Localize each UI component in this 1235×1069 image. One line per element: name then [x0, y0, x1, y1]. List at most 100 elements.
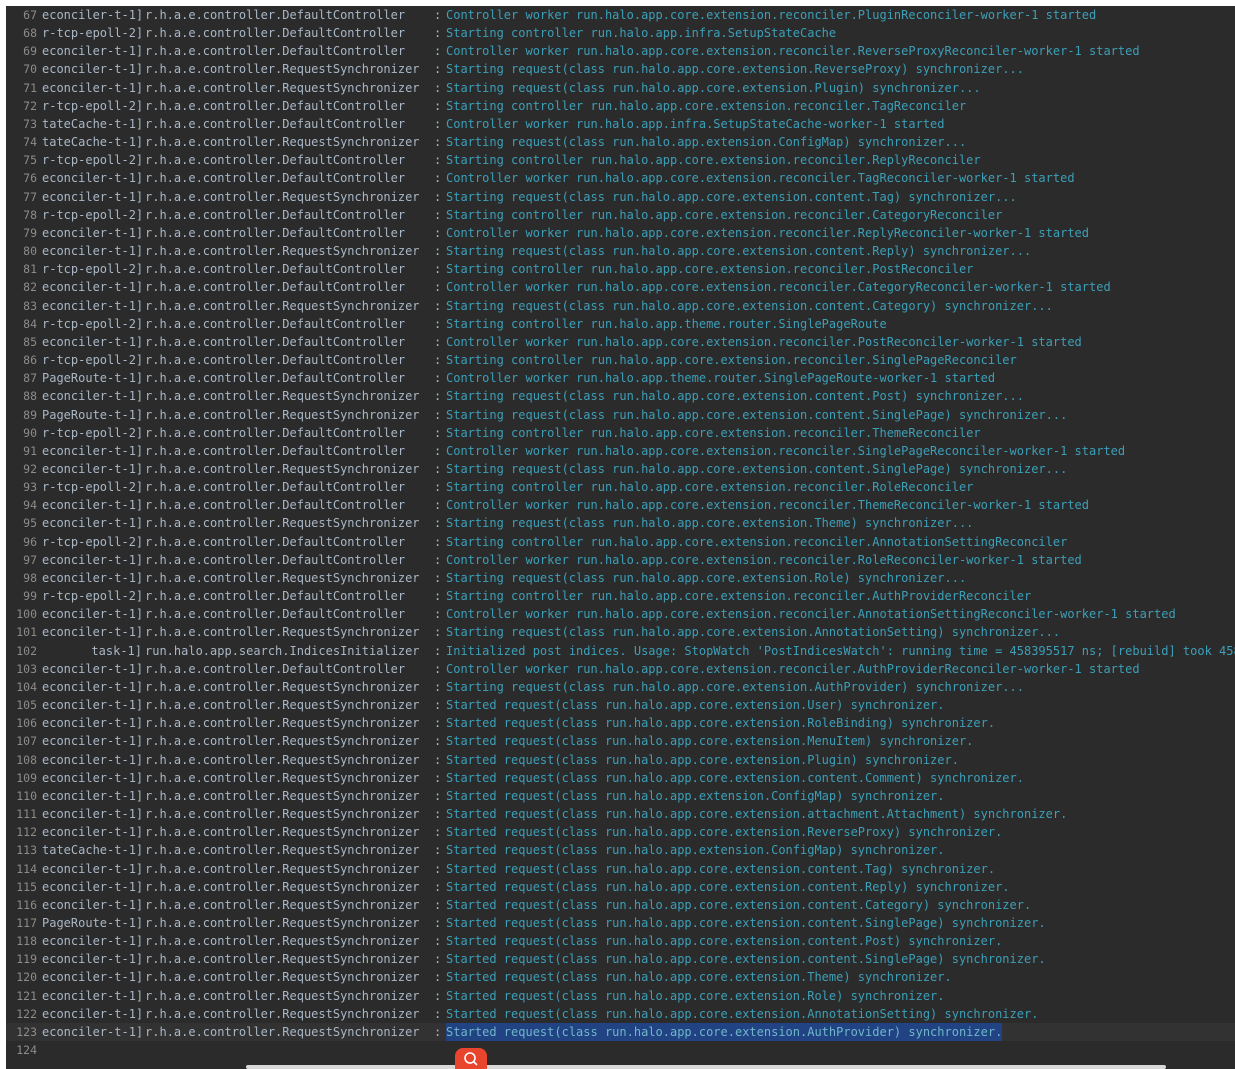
log-line[interactable]: 96 r-tcp-epoll-2] r.h.a.e.controller.Defau… [6, 533, 1235, 551]
thread-name: r-tcp-epoll-2] [42, 207, 142, 222]
line-number: 73 [23, 116, 37, 131]
line-number: 122 [16, 1006, 37, 1021]
log-message: Starting controller run.halo.app.core.ex… [446, 98, 967, 113]
log-line[interactable]: 85 econciler-t-1] r.h.a.e.controller.Defau… [6, 333, 1235, 351]
search-button[interactable] [455, 1048, 487, 1069]
log-line[interactable]: 79 econciler-t-1] r.h.a.e.controller.Defau… [6, 224, 1235, 242]
separator: : [434, 44, 442, 59]
log-line[interactable]: 110 econciler-t-1] r.h.a.e.controller.Requ… [6, 787, 1235, 805]
log-line[interactable]: 119 econciler-t-1] r.h.a.e.controller.Requ… [6, 950, 1235, 968]
log-line[interactable]: 76 econciler-t-1] r.h.a.e.controller.Defau… [6, 169, 1235, 187]
log-message: Starting request(class run.halo.app.core… [446, 679, 1024, 694]
line-number: 102 [16, 643, 37, 658]
separator: : [434, 770, 442, 785]
log-line[interactable]: 69 econciler-t-1] r.h.a.e.controller.Defau… [6, 42, 1235, 60]
separator: : [434, 1024, 442, 1039]
log-message: Starting request(class run.halo.app.core… [446, 80, 981, 95]
log-line[interactable]: 87 PageRoute-t-1] r.h.a.e.controller.Defau… [6, 369, 1235, 387]
log-line[interactable]: 78 r-tcp-epoll-2] r.h.a.e.controller.Defau… [6, 206, 1235, 224]
log-line[interactable]: 100 econciler-t-1] r.h.a.e.controller.Defa… [6, 605, 1235, 623]
thread-name: econciler-t-1] [42, 8, 142, 22]
log-line[interactable]: 72 r-tcp-epoll-2] r.h.a.e.controller.Defau… [6, 97, 1235, 115]
log-line[interactable]: 84 r-tcp-epoll-2] r.h.a.e.controller.Defau… [6, 315, 1235, 333]
line-number: 85 [23, 334, 37, 349]
log-line[interactable]: 122 econciler-t-1] r.h.a.e.controller.Requ… [6, 1005, 1235, 1023]
log-line[interactable]: 92 econciler-t-1] r.h.a.e.controller.Reque… [6, 460, 1235, 478]
separator: : [434, 897, 442, 912]
log-line[interactable]: 67 econciler-t-1] r.h.a.e.controller.Defau… [6, 6, 1235, 24]
log-line[interactable]: 114 econciler-t-1] r.h.a.e.controller.Requ… [6, 860, 1235, 878]
log-line[interactable]: 80 econciler-t-1] r.h.a.e.controller.Reque… [6, 242, 1235, 260]
log-line[interactable]: 90 r-tcp-epoll-2] r.h.a.e.controller.Defau… [6, 424, 1235, 442]
log-line[interactable]: 113 tateCache-t-1] r.h.a.e.controller.Requ… [6, 841, 1235, 859]
log-line[interactable]: 97 econciler-t-1] r.h.a.e.controller.Defau… [6, 551, 1235, 569]
log-line[interactable]: 124 [6, 1041, 1235, 1059]
log-line[interactable]: 75 r-tcp-epoll-2] r.h.a.e.controller.Defau… [6, 151, 1235, 169]
log-line[interactable]: 82 econciler-t-1] r.h.a.e.controller.Defau… [6, 278, 1235, 296]
log-line[interactable]: 68 r-tcp-epoll-2] r.h.a.e.controller.Defau… [6, 24, 1235, 42]
log-line[interactable]: 116 econciler-t-1] r.h.a.e.controller.Requ… [6, 896, 1235, 914]
thread-name: econciler-t-1] [42, 462, 142, 476]
separator: : [434, 1006, 442, 1021]
horizontal-scrollbar[interactable] [246, 1065, 1166, 1069]
log-line[interactable]: 108 econciler-t-1] r.h.a.e.controller.Requ… [6, 751, 1235, 769]
log-line[interactable]: 83 econciler-t-1] r.h.a.e.controller.Reque… [6, 297, 1235, 315]
line-number: 116 [16, 897, 37, 912]
log-line[interactable]: 103 econciler-t-1] r.h.a.e.controller.Defa… [6, 660, 1235, 678]
log-line[interactable]: 111 econciler-t-1] r.h.a.e.controller.Requ… [6, 805, 1235, 823]
line-number: 93 [23, 480, 37, 495]
log-line[interactable]: 104 econciler-t-1] r.h.a.e.controller.Requ… [6, 678, 1235, 696]
line-number: 76 [23, 171, 37, 186]
line-number: 99 [23, 589, 37, 604]
line-number: 81 [23, 262, 37, 277]
log-line[interactable]: 106 econciler-t-1] r.h.a.e.controller.Requ… [6, 714, 1235, 732]
log-line[interactable]: 71 econciler-t-1] r.h.a.e.controller.Reque… [6, 79, 1235, 97]
log-line[interactable]: 93 r-tcp-epoll-2] r.h.a.e.controller.Defau… [6, 478, 1235, 496]
log-message: Starting controller run.halo.app.core.ex… [446, 207, 1003, 222]
log-line[interactable]: 112 econciler-t-1] r.h.a.e.controller.Requ… [6, 823, 1235, 841]
log-line[interactable]: 98 econciler-t-1] r.h.a.e.controller.Reque… [6, 569, 1235, 587]
logger-name: r.h.a.e.controller.RequestSynchronizer [145, 788, 420, 803]
logger-name: r.h.a.e.controller.RequestSynchronizer [145, 80, 420, 95]
thread-name: tateCache-t-1] [42, 135, 142, 150]
log-line[interactable]: 73 tateCache-t-1] r.h.a.e.controller.Defau… [6, 115, 1235, 133]
line-number: 82 [23, 280, 37, 295]
log-message: Controller worker run.halo.app.core.exte… [446, 334, 1082, 349]
log-line[interactable]: 94 econciler-t-1] r.h.a.e.controller.Defau… [6, 496, 1235, 514]
log-line[interactable]: 91 econciler-t-1] r.h.a.e.controller.Defau… [6, 442, 1235, 460]
thread-name: r-tcp-epoll-2] [42, 425, 142, 440]
log-line[interactable]: 123 econciler-t-1] r.h.a.e.controller.Requ… [6, 1022, 1235, 1041]
log-line[interactable]: 102 task-1] run.halo.app.search.IndicesIni… [6, 642, 1235, 660]
log-line[interactable]: 121 econciler-t-1] r.h.a.e.controller.Requ… [6, 987, 1235, 1005]
log-line[interactable]: 88 econciler-t-1] r.h.a.e.controller.Reque… [6, 387, 1235, 405]
log-line[interactable]: 81 r-tcp-epoll-2] r.h.a.e.controller.Defau… [6, 260, 1235, 278]
log-line[interactable]: 70 econciler-t-1] r.h.a.e.controller.Reque… [6, 60, 1235, 78]
log-line[interactable]: 74 tateCache-t-1] r.h.a.e.controller.Reque… [6, 133, 1235, 151]
logger-name: r.h.a.e.controller.DefaultController [145, 44, 406, 59]
log-line[interactable]: 115 econciler-t-1] r.h.a.e.controller.Requ… [6, 878, 1235, 896]
logger-name: r.h.a.e.controller.DefaultController [145, 316, 406, 331]
log-editor[interactable]: 67 econciler-t-1] r.h.a.e.controller.Defau… [6, 6, 1235, 1069]
log-line[interactable]: 95 econciler-t-1] r.h.a.e.controller.Reque… [6, 514, 1235, 532]
log-line[interactable]: 89 PageRoute-t-1] r.h.a.e.controller.Reque… [6, 406, 1235, 424]
log-line[interactable]: 86 r-tcp-epoll-2] r.h.a.e.controller.Defau… [6, 351, 1235, 369]
log-message: Controller worker run.halo.app.theme.rou… [446, 371, 996, 386]
line-number: 96 [23, 534, 37, 549]
log-line[interactable]: 101 econciler-t-1] r.h.a.e.controller.Requ… [6, 623, 1235, 641]
log-line[interactable]: 99 r-tcp-epoll-2] r.h.a.e.controller.Defau… [6, 587, 1235, 605]
separator: : [434, 516, 442, 531]
log-line[interactable]: 120 econciler-t-1] r.h.a.e.controller.Requ… [6, 968, 1235, 986]
log-line[interactable]: 109 econciler-t-1] r.h.a.e.controller.Requ… [6, 769, 1235, 787]
line-number: 117 [16, 916, 37, 930]
line-number: 92 [23, 462, 37, 476]
log-line[interactable]: 118 econciler-t-1] r.h.a.e.controller.Requ… [6, 932, 1235, 950]
line-number: 94 [23, 498, 37, 513]
thread-name: econciler-t-1] [42, 607, 142, 622]
line-number: 101 [16, 625, 37, 640]
log-line[interactable]: 107 econciler-t-1] r.h.a.e.controller.Requ… [6, 732, 1235, 750]
log-line[interactable]: 77 econciler-t-1] r.h.a.e.controller.Reque… [6, 188, 1235, 206]
log-line[interactable]: 117 PageRoute-t-1] r.h.a.e.controller.Requ… [6, 914, 1235, 932]
log-line[interactable]: 105 econciler-t-1] r.h.a.e.controller.Requ… [6, 696, 1235, 714]
logger-name: r.h.a.e.controller.RequestSynchronizer [145, 879, 420, 894]
separator: : [434, 843, 442, 858]
